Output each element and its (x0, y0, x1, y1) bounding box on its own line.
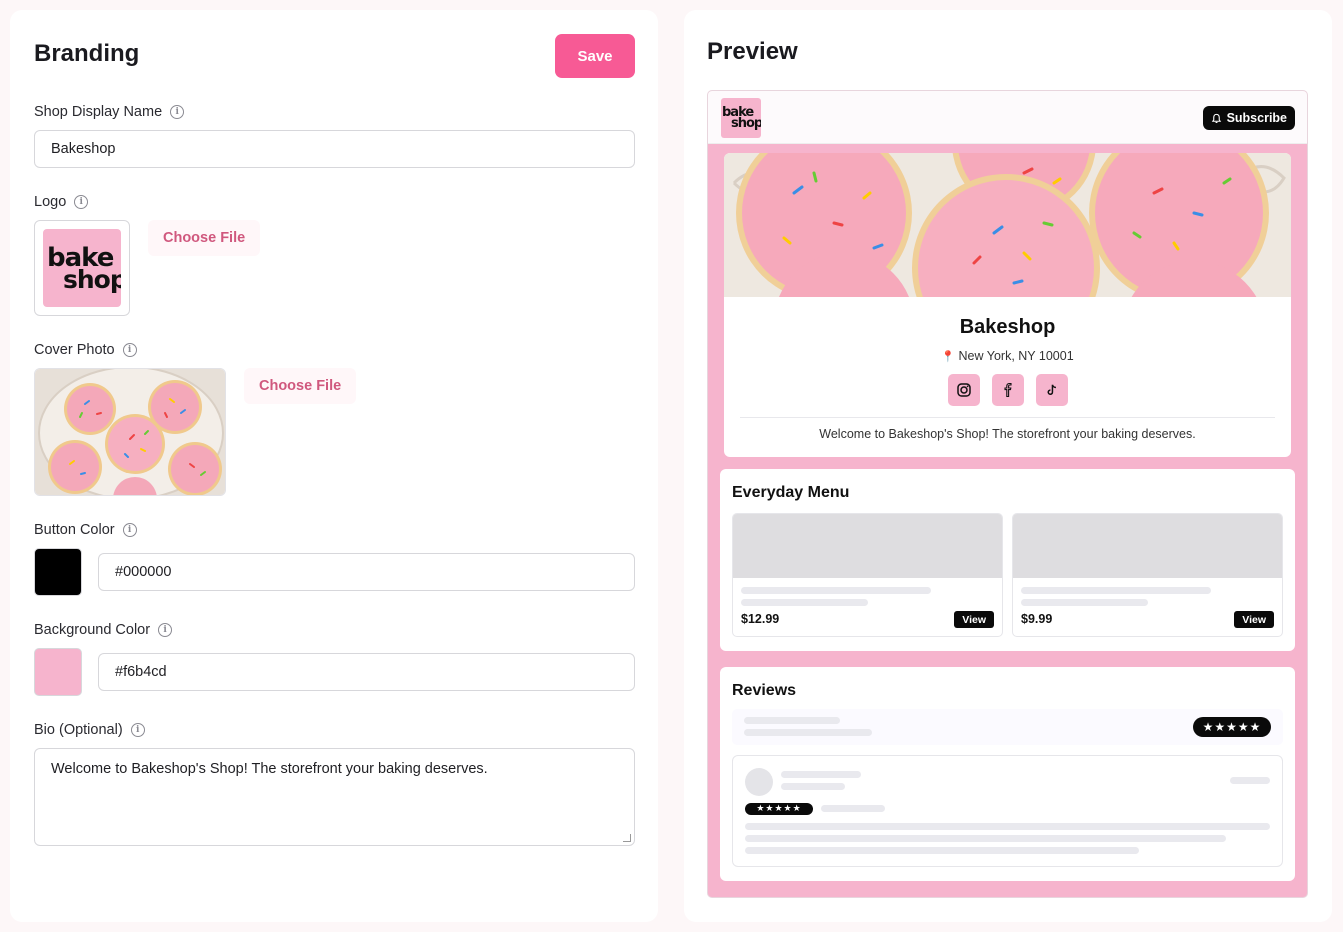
info-icon[interactable]: i (122, 523, 137, 537)
avatar (745, 768, 773, 796)
cover-photo-preview (34, 368, 226, 496)
skeleton-line (821, 805, 885, 812)
shop-name-label-text: Shop Display Name (34, 104, 163, 120)
preview-panel: Preview bake shop Subscribe Bakeshop 📍 N… (684, 10, 1332, 922)
subscribe-button[interactable]: Subscribe (1202, 106, 1295, 130)
shop-name-label: Shop Display Name i (34, 104, 185, 120)
hero-cover-image (724, 153, 1291, 297)
location-text: New York, NY 10001 (958, 349, 1074, 363)
view-button[interactable]: View (954, 611, 994, 628)
logo-choose-file-button[interactable]: Choose File (148, 220, 261, 256)
cover-photo-label-text: Cover Photo (34, 342, 115, 358)
menu-section: Everyday Menu $12.99 View $9.99 View (720, 469, 1295, 651)
hero-card: Bakeshop 📍 New York, NY 10001 Welcome to… (724, 153, 1291, 457)
review-summary: ★★★★★ (732, 709, 1283, 745)
bio-label: Bio (Optional) i (34, 722, 145, 738)
skeleton-line (741, 599, 868, 606)
bio-label-text: Bio (Optional) (34, 722, 123, 738)
background-color-label: Background Color i (34, 622, 173, 638)
skeleton-line (1230, 777, 1270, 784)
skeleton-line (745, 847, 1139, 854)
logo-image: bake shop (43, 229, 121, 307)
facebook-icon[interactable] (991, 374, 1024, 406)
preview-title: Preview (707, 38, 798, 65)
menu-title: Everyday Menu (732, 484, 850, 501)
product-card[interactable]: $12.99 View (732, 513, 1003, 637)
preview-logo-line2: shop (731, 116, 761, 131)
review-item: ★★★★★ (732, 755, 1283, 867)
storefront-preview: bake shop Subscribe Bakeshop 📍 New York,… (707, 90, 1308, 898)
view-button[interactable]: View (1234, 611, 1274, 628)
product-image-placeholder (733, 514, 1002, 578)
product-card[interactable]: $9.99 View (1012, 513, 1283, 637)
skeleton-line (744, 717, 840, 724)
pin-icon: 📍 (941, 351, 956, 363)
skeleton-line (744, 729, 872, 736)
reviews-section: Reviews ★★★★★ ★★★★★ (720, 667, 1295, 881)
button-color-label: Button Color i (34, 522, 137, 538)
preview-bio: Welcome to Bakeshop's Shop! The storefro… (819, 427, 1196, 441)
background-color-label-text: Background Color (34, 622, 151, 638)
instagram-icon[interactable] (947, 374, 980, 406)
bell-icon (1211, 113, 1221, 123)
logo-label-text: Logo (34, 194, 67, 210)
bio-text: Welcome to Bakeshop's Shop! The storefro… (51, 761, 488, 777)
cover-photo-label: Cover Photo i (34, 342, 137, 358)
reviews-title: Reviews (732, 682, 797, 699)
skeleton-line (1021, 587, 1211, 594)
product-image-placeholder (1013, 514, 1282, 578)
skeleton-line (1021, 599, 1148, 606)
social-links (724, 374, 1291, 406)
button-color-swatch[interactable] (34, 548, 82, 596)
skeleton-line (745, 835, 1226, 842)
review-stars: ★★★★★ (745, 803, 813, 815)
shop-name-input[interactable]: Bakeshop (34, 130, 635, 168)
page-title: Branding (34, 40, 140, 67)
background-color-input[interactable]: #f6b4cd (98, 653, 635, 691)
info-icon[interactable]: i (158, 623, 173, 637)
preview-logo: bake shop (721, 98, 761, 138)
tiktok-icon[interactable] (1035, 374, 1068, 406)
info-icon[interactable]: i (74, 195, 89, 209)
logo-label: Logo i (34, 194, 89, 210)
cookies-image (35, 369, 225, 495)
info-icon[interactable]: i (170, 105, 185, 119)
skeleton-line (781, 771, 861, 778)
skeleton-line (781, 783, 845, 790)
button-color-input[interactable]: #000000 (98, 553, 635, 591)
product-price: $12.99 (741, 612, 780, 626)
shop-location: 📍 New York, NY 10001 (724, 349, 1291, 363)
logo-text-line2: shop (63, 265, 121, 294)
button-color-label-text: Button Color (34, 522, 115, 538)
save-button[interactable]: Save (555, 34, 635, 78)
cover-choose-file-button[interactable]: Choose File (244, 368, 357, 404)
bio-textarea[interactable]: Welcome to Bakeshop's Shop! The storefro… (34, 748, 635, 846)
shop-name: Bakeshop (959, 316, 1056, 338)
info-icon[interactable]: i (130, 723, 145, 737)
rating-stars: ★★★★★ (1193, 717, 1271, 737)
skeleton-line (741, 587, 931, 594)
branding-panel: Branding Save Shop Display Name i Bakesh… (10, 10, 658, 922)
product-price: $9.99 (1021, 612, 1053, 626)
divider (740, 417, 1275, 418)
resize-handle[interactable] (623, 834, 631, 842)
preview-header: bake shop Subscribe (708, 91, 1307, 144)
logo-preview: bake shop (34, 220, 130, 316)
skeleton-line (745, 823, 1270, 830)
info-icon[interactable]: i (122, 343, 137, 357)
subscribe-label: Subscribe (1226, 111, 1287, 125)
background-color-swatch[interactable] (34, 648, 82, 696)
